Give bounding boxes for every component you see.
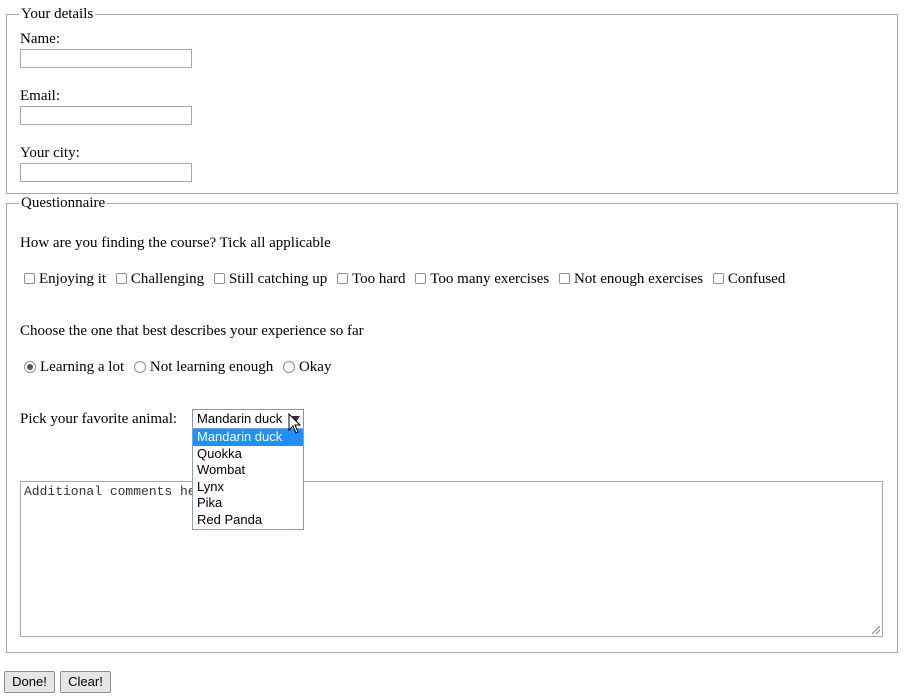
city-field[interactable] [20, 163, 192, 182]
dropdown-option[interactable]: Quokka [193, 446, 303, 463]
experience-radio-group: Learning a lot Not learning enough Okay [21, 359, 334, 376]
radio-option[interactable]: Learning a lot [21, 359, 124, 376]
animal-label: Pick your favorite animal: [20, 411, 178, 427]
email-label: Email: [20, 88, 60, 104]
radio-button[interactable] [24, 360, 36, 373]
checkbox-option[interactable]: Confused [710, 271, 786, 288]
checkbox-option[interactable]: Too hard [334, 271, 406, 288]
checkbox-option[interactable]: Too many exercises [412, 271, 549, 288]
checkbox-label: Enjoying it [39, 271, 107, 288]
radio-label: Not learning enough [149, 359, 274, 376]
radio-option[interactable]: Not learning enough [131, 359, 273, 376]
your-details-fieldset: Your details Name: Email: Your city: [6, 6, 898, 194]
email-field[interactable] [20, 106, 192, 125]
name-label: Name: [20, 31, 60, 47]
checkbox-label: Too many exercises [430, 271, 550, 288]
checkbox-label: Still catching up [228, 271, 328, 288]
checkbox[interactable] [337, 273, 348, 285]
dropdown-option[interactable]: Pika [193, 495, 303, 512]
checkbox[interactable] [558, 273, 570, 285]
your-details-legend: Your details [19, 6, 96, 23]
checkbox-label: Not enough exercises [573, 271, 704, 288]
course-checkbox-group: Enjoying it Challenging Still catching u… [21, 271, 788, 288]
checkbox-option[interactable]: Not enough exercises [556, 271, 703, 288]
course-question: How are you finding the course? Tick all… [20, 235, 331, 251]
checkbox-label: Too hard [352, 271, 406, 288]
checkbox-option[interactable]: Still catching up [211, 271, 327, 288]
radio-option[interactable]: Okay [280, 359, 332, 376]
dropdown-option[interactable]: Mandarin duck [193, 429, 303, 446]
name-field[interactable] [20, 49, 192, 68]
questionnaire-legend: Questionnaire [19, 195, 108, 212]
comments-placeholder: Additional comments here [24, 484, 212, 499]
questionnaire-fieldset: Questionnaire How are you finding the co… [6, 195, 898, 653]
radio-label: Learning a lot [40, 359, 125, 376]
comments-textarea[interactable]: Additional comments here [20, 481, 883, 637]
dropdown-option[interactable]: Lynx [193, 479, 303, 496]
dropdown-option[interactable]: Wombat [193, 462, 303, 479]
animal-dropdown-list: Mandarin duck Quokka Wombat Lynx Pika Re… [192, 428, 304, 530]
mouse-cursor-icon [288, 413, 302, 434]
radio-button[interactable] [282, 360, 295, 373]
checkbox[interactable] [415, 273, 427, 285]
checkbox-label: Confused [727, 271, 786, 288]
done-button[interactable]: Done! [4, 671, 55, 693]
experience-question: Choose the one that best describes your … [20, 323, 364, 339]
checkbox-label: Challenging [130, 271, 205, 288]
checkbox-option[interactable]: Enjoying it [21, 271, 106, 288]
checkbox[interactable] [213, 273, 225, 285]
radio-button[interactable] [133, 360, 146, 373]
checkbox[interactable] [115, 273, 127, 285]
resize-grip-icon[interactable] [872, 626, 880, 634]
animal-select-value: Mandarin duck [197, 411, 283, 426]
checkbox[interactable] [24, 273, 35, 285]
dropdown-option[interactable]: Red Panda [193, 512, 303, 529]
clear-button[interactable]: Clear! [60, 671, 111, 693]
radio-label: Okay [298, 359, 332, 376]
city-label: Your city: [20, 145, 80, 161]
checkbox[interactable] [712, 273, 724, 285]
checkbox-option[interactable]: Challenging [113, 271, 204, 288]
